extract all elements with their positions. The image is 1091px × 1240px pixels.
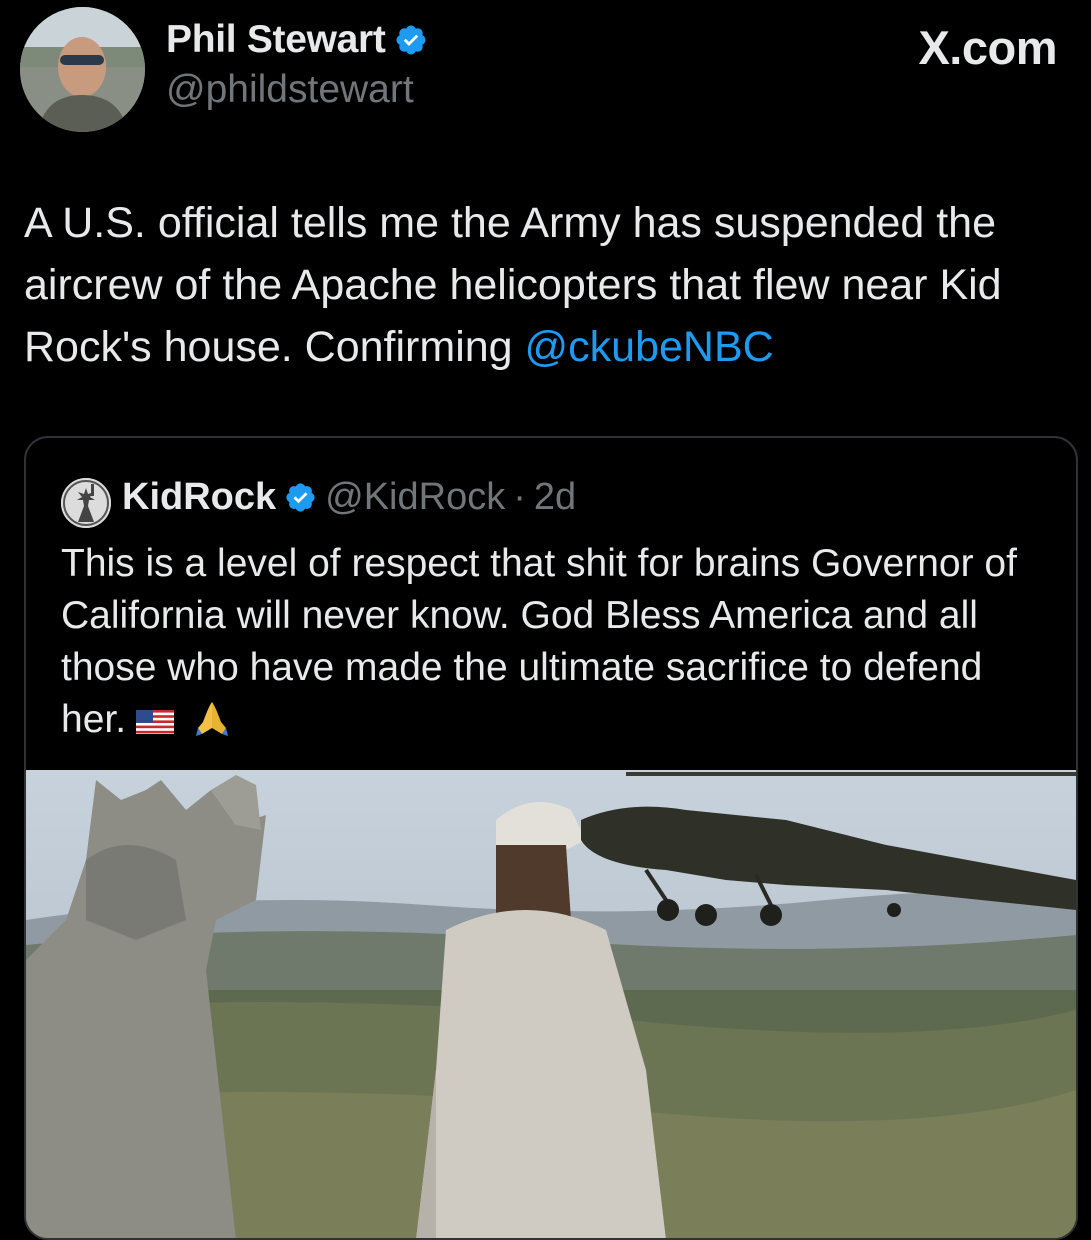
helicopter-scene-image: [26, 770, 1076, 1238]
brand-watermark: X.com: [918, 20, 1057, 75]
post-text-body: A U.S. official tells me the Army has su…: [24, 199, 1002, 371]
author-avatar[interactable]: [20, 7, 145, 132]
author-handle[interactable]: @phildstewart: [166, 68, 414, 112]
statue-of-liberty-logo-icon: [61, 478, 111, 528]
folded-hands-icon: [196, 702, 229, 736]
quoted-timestamp[interactable]: 2d: [534, 476, 576, 519]
quoted-media-image[interactable]: [26, 770, 1076, 1238]
quoted-author-handle[interactable]: @KidRock: [325, 476, 505, 519]
quoted-author-name[interactable]: KidRock: [122, 476, 276, 519]
post: Phil Stewart @phildstewart X.com A U.S. …: [0, 0, 1091, 1240]
author-avatar-photo: [20, 7, 145, 132]
post-text: A U.S. official tells me the Army has su…: [24, 192, 1074, 378]
verified-badge-icon: [396, 25, 426, 55]
us-flag-icon: [136, 710, 175, 734]
author-name[interactable]: Phil Stewart: [166, 18, 386, 62]
quoted-text: This is a level of respect that shit for…: [61, 538, 1051, 746]
verified-badge-icon: [286, 483, 315, 512]
quoted-separator: ·: [513, 476, 526, 518]
quoted-header: KidRock @KidRock · 2d: [122, 476, 576, 519]
quoted-post[interactable]: KidRock @KidRock · 2d This is a level of r…: [24, 436, 1078, 1240]
brand-text: X.com: [918, 21, 1057, 74]
mention-link[interactable]: @ckubeNBC: [525, 323, 774, 371]
quoted-author-avatar[interactable]: [61, 478, 111, 528]
author-name-row: Phil Stewart: [166, 18, 428, 62]
